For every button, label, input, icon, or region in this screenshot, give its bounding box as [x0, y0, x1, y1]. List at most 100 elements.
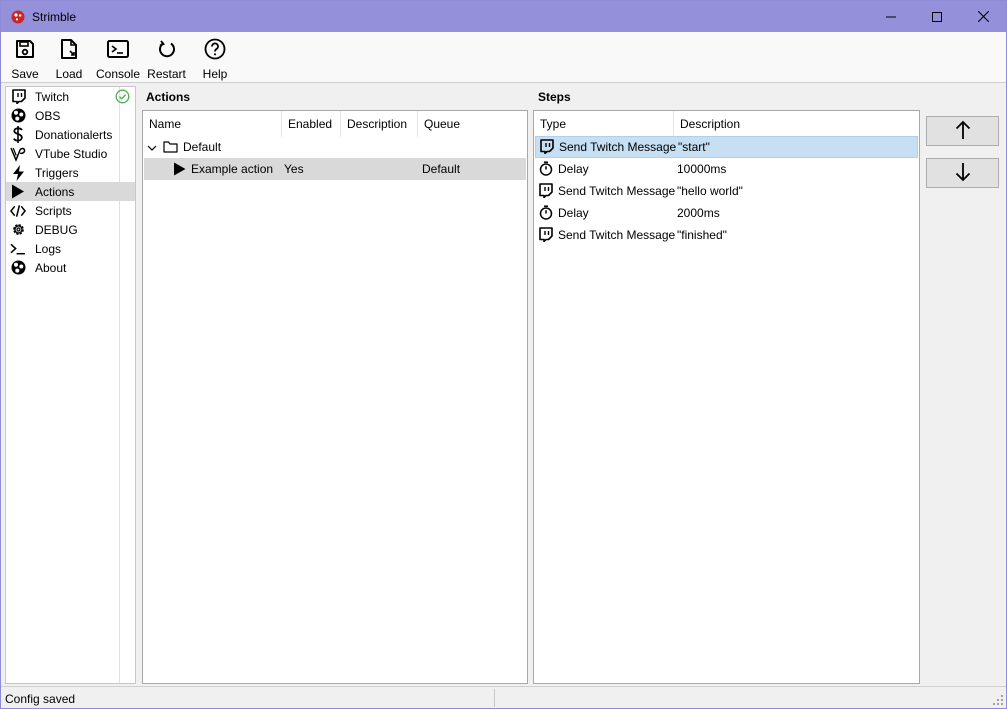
- app-window: Strimble Save Load Console Restart Help …: [0, 0, 1007, 709]
- save-label: Save: [11, 67, 39, 81]
- actions-title: Actions: [146, 90, 191, 104]
- status-divider: [494, 689, 495, 707]
- step-row[interactable]: Send Twitch Message "finished": [535, 224, 918, 246]
- step-type: Delay: [558, 206, 589, 220]
- sidebar-item-about[interactable]: About: [6, 258, 135, 277]
- console-icon: [106, 37, 130, 61]
- connected-check-icon: [115, 89, 130, 104]
- column-header-step-description[interactable]: Description: [674, 111, 919, 137]
- actions-tree[interactable]: Name Enabled Description Queue Default E…: [142, 110, 528, 684]
- column-header-queue[interactable]: Queue: [418, 111, 527, 137]
- obs-icon: [10, 108, 26, 124]
- action-enabled: Yes: [284, 162, 304, 176]
- minimize-button[interactable]: [868, 1, 914, 32]
- load-label: Load: [55, 67, 83, 81]
- resize-grip-icon[interactable]: [992, 694, 1004, 706]
- step-description: "start": [678, 140, 710, 154]
- sidebar-item-donationalerts[interactable]: Donationalerts: [6, 125, 135, 144]
- load-button[interactable]: Load: [45, 32, 93, 82]
- sidebar-item-label: Scripts: [35, 203, 72, 218]
- column-header-type[interactable]: Type: [534, 111, 674, 137]
- group-name: Default: [183, 140, 222, 154]
- sidebar-item-label: Logs: [35, 241, 62, 256]
- twitch-icon: [539, 139, 554, 157]
- terminal-icon: [10, 241, 26, 257]
- sidebar: Twitch OBS Donationalerts VTube Studio T…: [5, 86, 136, 684]
- status-text: Config saved: [5, 692, 76, 706]
- title-bar[interactable]: Strimble: [1, 1, 1006, 32]
- twitch-icon: [538, 227, 553, 245]
- table-row[interactable]: Example action Yes Default: [144, 158, 526, 180]
- step-type: Send Twitch Message: [558, 184, 676, 198]
- tree-group-default[interactable]: Default: [143, 136, 527, 158]
- sidebar-item-twitch[interactable]: Twitch: [6, 87, 135, 106]
- sidebar-item-label: Triggers: [35, 165, 79, 180]
- step-description: 2000ms: [677, 206, 720, 220]
- action-queue: Default: [422, 162, 461, 176]
- sidebar-item-label: Actions: [35, 184, 75, 199]
- restart-icon: [155, 37, 179, 61]
- sidebar-item-label: Twitch: [35, 89, 70, 104]
- save-button[interactable]: Save: [5, 32, 45, 82]
- sidebar-item-debug[interactable]: DEBUG: [6, 220, 135, 239]
- sidebar-item-label: OBS: [35, 108, 61, 123]
- gear-icon: [10, 222, 26, 238]
- window-title: Strimble: [32, 9, 77, 24]
- help-button[interactable]: Help: [190, 32, 240, 82]
- arrow-down-icon: [955, 162, 971, 185]
- column-header-description[interactable]: Description: [341, 111, 418, 137]
- sidebar-item-logs[interactable]: Logs: [6, 239, 135, 258]
- app-logo-icon: [10, 9, 26, 25]
- close-icon: [977, 11, 989, 22]
- console-button[interactable]: Console: [93, 32, 143, 82]
- sidebar-item-scripts[interactable]: Scripts: [6, 201, 135, 220]
- restart-label: Restart: [147, 67, 186, 81]
- step-type: Send Twitch Message: [558, 228, 676, 242]
- steps-title: Steps: [538, 90, 571, 104]
- code-icon: [10, 203, 26, 219]
- step-row[interactable]: Delay 10000ms: [535, 158, 918, 180]
- play-icon: [173, 162, 186, 179]
- restart-button[interactable]: Restart: [143, 32, 190, 82]
- step-type: Delay: [558, 162, 589, 176]
- stopwatch-icon: [539, 205, 553, 223]
- sidebar-item-actions[interactable]: Actions: [6, 182, 135, 201]
- sidebar-item-label: Donationalerts: [35, 127, 113, 142]
- twitch-icon: [538, 183, 553, 201]
- folder-icon: [163, 140, 178, 156]
- column-header-name[interactable]: Name: [143, 111, 282, 137]
- step-description: "finished": [677, 228, 727, 242]
- chevron-down-icon[interactable]: [147, 142, 157, 156]
- maximize-icon: [932, 11, 942, 22]
- vtube-studio-icon: [10, 146, 26, 162]
- twitch-icon: [10, 89, 26, 105]
- step-type: Send Twitch Message: [559, 140, 677, 154]
- sidebar-item-obs[interactable]: OBS: [6, 106, 135, 125]
- sidebar-item-label: VTube Studio: [35, 146, 108, 161]
- sidebar-item-label: DEBUG: [35, 222, 78, 237]
- move-down-button[interactable]: [926, 158, 999, 188]
- lightning-icon: [10, 164, 26, 181]
- move-up-button[interactable]: [926, 116, 999, 146]
- status-bar: Config saved: [1, 686, 1006, 708]
- step-row[interactable]: Delay 2000ms: [535, 202, 918, 224]
- column-header-enabled[interactable]: Enabled: [282, 111, 341, 137]
- toolbar: Save Load Console Restart Help: [1, 32, 1006, 83]
- help-icon: [203, 37, 227, 61]
- dollar-icon: [10, 126, 26, 143]
- step-description: 10000ms: [677, 162, 727, 176]
- maximize-button[interactable]: [914, 1, 960, 32]
- sidebar-item-triggers[interactable]: Triggers: [6, 163, 135, 182]
- console-label: Console: [95, 67, 141, 81]
- stopwatch-icon: [539, 161, 553, 179]
- action-name: Example action: [191, 162, 274, 176]
- play-icon: [10, 184, 26, 200]
- steps-list[interactable]: Type Description Send Twitch Message "st…: [533, 110, 920, 684]
- sidebar-item-vtube-studio[interactable]: VTube Studio: [6, 144, 135, 163]
- step-row[interactable]: Send Twitch Message "start": [535, 136, 918, 158]
- step-row[interactable]: Send Twitch Message "hello world": [535, 180, 918, 202]
- minimize-icon: [886, 16, 896, 17]
- close-button[interactable]: [960, 1, 1006, 32]
- arrow-up-icon: [955, 120, 971, 143]
- help-label: Help: [202, 67, 228, 81]
